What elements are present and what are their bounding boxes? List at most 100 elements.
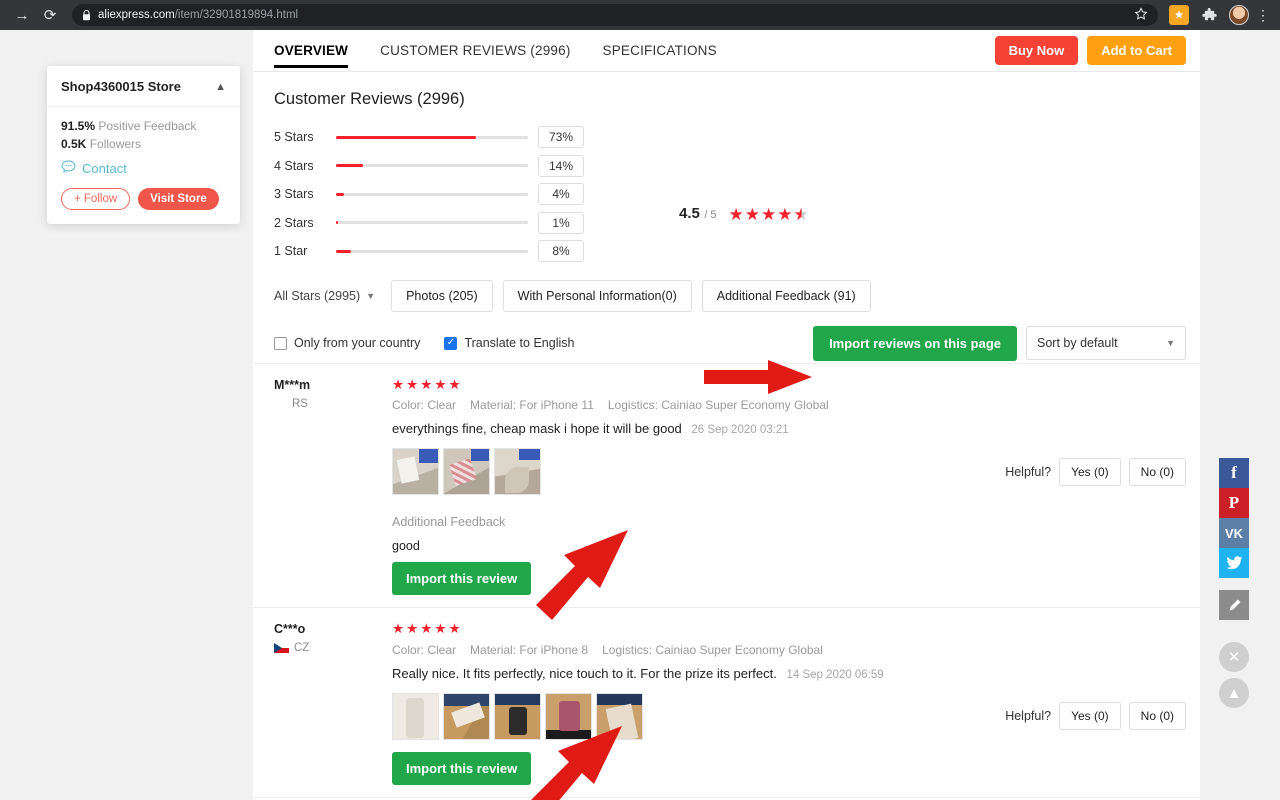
all-stars-label: All Stars (2995) — [274, 289, 360, 303]
average-rating: 4.5 / 5 ★ ★ ★ ★ ★ — [679, 205, 809, 223]
extension-icon[interactable] — [1169, 5, 1189, 25]
import-this-review-button[interactable]: Import this review — [392, 752, 531, 785]
page-title: Customer Reviews (2996) — [274, 90, 1179, 109]
bookmark-star-icon[interactable] — [1126, 7, 1148, 24]
chevron-up-icon[interactable]: ▲ — [215, 81, 226, 93]
pinterest-share-icon[interactable]: P — [1219, 488, 1249, 518]
star-icon: ★ — [406, 378, 418, 392]
buy-now-button[interactable]: Buy Now — [995, 36, 1079, 65]
rating-bar-track — [336, 221, 528, 224]
tab-overview[interactable]: OVERVIEW — [274, 30, 348, 72]
rating-bar-label: 4 Stars — [274, 159, 336, 173]
only-from-country-label: Only from your country — [294, 336, 420, 350]
review-material: Material: For iPhone 11 — [470, 398, 594, 412]
review-helpful-group: Helpful? Yes (0) No (0) — [985, 702, 1186, 730]
rating-bar-label: 2 Stars — [274, 216, 336, 230]
average-star-row: ★ ★ ★ ★ ★ — [729, 206, 809, 223]
profile-avatar-icon[interactable] — [1229, 5, 1249, 25]
star-icon: ★ — [448, 622, 460, 636]
helpful-no-button[interactable]: No (0) — [1129, 702, 1186, 730]
star-icon: ★ — [392, 378, 404, 392]
review-text-line: Really nice. It fits perfectly, nice tou… — [392, 666, 1186, 681]
facebook-share-icon[interactable]: f — [1219, 458, 1249, 488]
import-reviews-on-page-button[interactable]: Import reviews on this page — [813, 326, 1017, 361]
store-positive-value: 91.5% — [61, 119, 95, 133]
filter-chip-photos[interactable]: Photos (205) — [391, 280, 493, 312]
rating-summary: 5 Stars 73% 4 Stars 14% 3 Stars 4% — [274, 123, 1179, 266]
rating-bar-track — [336, 136, 528, 139]
review-body: ★ ★ ★ ★ ★ Color: Clear Material: For iPh… — [392, 378, 1186, 608]
average-rating-value: 4.5 — [679, 205, 700, 222]
helpful-yes-button[interactable]: Yes (0) — [1059, 702, 1121, 730]
reload-icon[interactable]: ⟳ — [36, 1, 64, 29]
all-stars-dropdown[interactable]: All Stars (2995) ▼ — [274, 289, 375, 303]
review-attributes: Color: Clear Material: For iPhone 8 Logi… — [392, 643, 1186, 657]
review-action-bar: Only from your country ✓ Translate to En… — [253, 324, 1200, 364]
sort-dropdown[interactable]: Sort by default ▼ — [1026, 326, 1186, 360]
product-tabs: OVERVIEW CUSTOMER REVIEWS (2996) SPECIFI… — [274, 30, 717, 72]
review-date: 26 Sep 2020 03:21 — [691, 424, 788, 436]
page-body: OVERVIEW CUSTOMER REVIEWS (2996) SPECIFI… — [0, 30, 1280, 800]
star-icon: ★ — [420, 622, 432, 636]
store-contact-link[interactable]: Contact — [61, 160, 226, 176]
close-x-icon[interactable]: ✕ — [1219, 642, 1249, 672]
filter-chip-additional-feedback[interactable]: Additional Feedback (91) — [702, 280, 871, 312]
helpful-yes-button[interactable]: Yes (0) — [1059, 458, 1121, 486]
add-to-cart-button[interactable]: Add to Cart — [1087, 36, 1186, 65]
rating-bar-label: 3 Stars — [274, 187, 336, 201]
tab-customer-reviews[interactable]: CUSTOMER REVIEWS (2996) — [380, 30, 570, 72]
review-star-row: ★ ★ ★ ★ ★ — [392, 378, 1186, 392]
filter-chip-personal-information[interactable]: With Personal Information(0) — [503, 280, 692, 312]
url-path: /item/32901819894.html — [175, 9, 298, 21]
twitter-share-icon[interactable] — [1219, 548, 1249, 578]
review-text: everythings fine, cheap mask i hope it w… — [392, 421, 682, 436]
visit-store-button[interactable]: Visit Store — [138, 188, 219, 210]
social-share-rail: f P VK ✕ ▲ — [1219, 458, 1249, 708]
rating-bar-percent: 14% — [538, 155, 584, 177]
browser-toolbar: → ⟳ aliexpress.com/item/32901819894.html… — [0, 0, 1280, 30]
review-user: M***m RS — [274, 378, 392, 608]
import-this-review-button[interactable]: Import this review — [392, 562, 531, 595]
rating-bar-row: 4 Stars 14% — [274, 152, 584, 181]
follow-store-button[interactable]: + Follow — [61, 188, 130, 210]
tab-customer-reviews-label: CUSTOMER REVIEWS (2996) — [380, 43, 570, 58]
rating-bar-track — [336, 193, 528, 196]
store-card-header[interactable]: Shop4360015 Store ▲ — [47, 66, 240, 107]
review-color: Color: Clear — [392, 643, 456, 657]
star-icon: ★ — [745, 206, 760, 223]
review-photo-thumbnail[interactable] — [443, 693, 490, 740]
helpful-no-button[interactable]: No (0) — [1129, 458, 1186, 486]
additional-feedback-title: Additional Feedback — [392, 515, 1186, 529]
review-username: C***o — [274, 622, 392, 636]
only-from-country-checkbox[interactable]: Only from your country — [274, 336, 420, 350]
review-attributes: Color: Clear Material: For iPhone 11 Log… — [392, 398, 1186, 412]
puzzle-extension-icon[interactable] — [1199, 5, 1219, 25]
review-photo-thumbnail[interactable] — [596, 693, 643, 740]
chevron-down-icon: ▼ — [1166, 338, 1175, 348]
tab-specifications[interactable]: SPECIFICATIONS — [603, 30, 717, 72]
review-photo-thumbnail[interactable] — [392, 693, 439, 740]
store-followers-label: Followers — [90, 137, 141, 151]
pencil-edit-icon[interactable] — [1219, 590, 1249, 620]
store-info-card: Shop4360015 Store ▲ 91.5% Positive Feedb… — [47, 66, 240, 224]
review-photos — [392, 448, 541, 495]
rating-bar-row: 2 Stars 1% — [274, 209, 584, 238]
address-bar[interactable]: aliexpress.com/item/32901819894.html — [72, 4, 1158, 26]
review-photo-thumbnail[interactable] — [545, 693, 592, 740]
vk-share-icon[interactable]: VK — [1219, 518, 1249, 548]
forward-arrow-icon[interactable]: → — [8, 1, 36, 29]
chat-bubble-icon — [61, 160, 76, 176]
review-photo-thumbnail[interactable] — [392, 448, 439, 495]
review-photo-thumbnail[interactable] — [494, 693, 541, 740]
review-photo-thumbnail[interactable] — [443, 448, 490, 495]
three-dot-menu-icon[interactable]: ⋮ — [1254, 7, 1272, 24]
review-photo-thumbnail[interactable] — [494, 448, 541, 495]
review-filters: All Stars (2995) ▼ Photos (205) With Per… — [253, 266, 1200, 324]
translate-to-english-checkbox[interactable]: ✓ Translate to English — [444, 336, 574, 350]
scroll-to-top-icon[interactable]: ▲ — [1219, 678, 1249, 708]
rating-distribution-chart: 5 Stars 73% 4 Stars 14% 3 Stars 4% — [274, 123, 584, 266]
rating-bar-row: 3 Stars 4% — [274, 180, 584, 209]
main-content: OVERVIEW CUSTOMER REVIEWS (2996) SPECIFI… — [253, 30, 1200, 800]
url-domain: aliexpress.com — [98, 9, 175, 21]
tab-specifications-label: SPECIFICATIONS — [603, 43, 717, 58]
